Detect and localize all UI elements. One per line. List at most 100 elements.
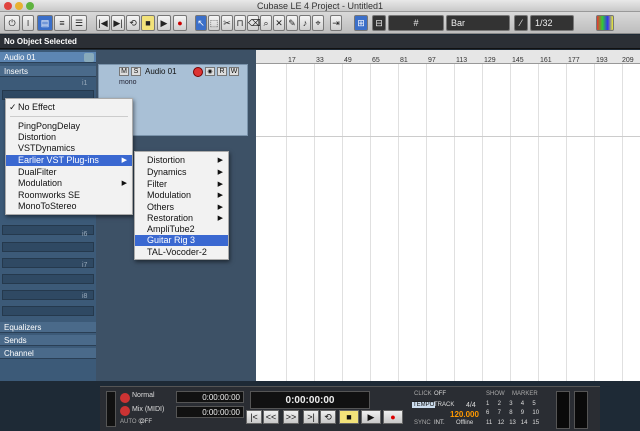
transport-forward-button[interactable]: >> bbox=[283, 410, 299, 424]
sends-section-header[interactable]: Sends bbox=[0, 335, 96, 346]
insert-slot[interactable] bbox=[2, 290, 94, 300]
transport-stop-button[interactable]: ■ bbox=[339, 410, 359, 424]
track-name[interactable]: Audio 01 bbox=[145, 67, 177, 76]
auto-quantize-state[interactable]: OFF bbox=[140, 419, 152, 425]
track-solo-button[interactable]: S bbox=[131, 67, 141, 76]
mix-mode-select[interactable]: Mix (MIDI) bbox=[132, 406, 164, 413]
minimize-window-button[interactable] bbox=[15, 2, 23, 10]
tempo-label[interactable]: TEMPO bbox=[412, 402, 436, 408]
submenu-item-guitar-rig-3[interactable]: Guitar Rig 3 bbox=[135, 235, 228, 246]
marker-button[interactable]: 12 bbox=[498, 419, 510, 428]
menu-item-monotostereo[interactable]: MonoToStereo bbox=[6, 201, 132, 212]
menu-item-earlier-vst-plugins[interactable]: Earlier VST Plug-ins ▶ bbox=[6, 155, 132, 166]
menu-item-dualfilter[interactable]: DualFilter bbox=[6, 167, 132, 178]
go-to-end-button[interactable]: ▶| bbox=[111, 15, 125, 31]
submenu-item-distortion[interactable]: Distortion ▶ bbox=[135, 155, 228, 166]
glue-tool[interactable]: ⊓ bbox=[234, 15, 246, 31]
time-warp-tool[interactable]: ⌖ bbox=[312, 15, 324, 31]
close-window-button[interactable] bbox=[4, 2, 12, 10]
submenu-item-tal-vocoder-2[interactable]: TAL-Vocoder-2 bbox=[135, 247, 228, 258]
insert-slot[interactable] bbox=[2, 258, 94, 268]
color-swatch-icon[interactable] bbox=[596, 15, 614, 31]
record-mode-select[interactable]: Normal bbox=[132, 392, 155, 399]
insert-slot[interactable] bbox=[2, 225, 94, 235]
transport-go-to-start-button[interactable]: |< bbox=[246, 410, 262, 424]
left-locator-display[interactable]: 0:00:00:00 bbox=[176, 391, 244, 403]
menu-item-no-effect[interactable]: ✓ No Effect bbox=[6, 102, 132, 113]
marker-button[interactable]: 7 bbox=[498, 409, 510, 418]
submenu-item-restoration[interactable]: Restoration ▶ bbox=[135, 213, 228, 224]
insert-slot[interactable] bbox=[2, 274, 94, 284]
marker-button[interactable]: 5 bbox=[532, 400, 544, 409]
marker-button[interactable]: 9 bbox=[521, 409, 533, 418]
track-mute-button[interactable]: M bbox=[119, 67, 129, 76]
go-to-start-button[interactable]: |◀ bbox=[96, 15, 110, 31]
marker-button[interactable]: 14 bbox=[521, 419, 533, 428]
marker-button[interactable]: 15 bbox=[532, 419, 544, 428]
track-write-button[interactable]: W bbox=[229, 67, 239, 76]
draw-tool[interactable]: ✎ bbox=[286, 15, 298, 31]
mute-tool[interactable]: ✕ bbox=[273, 15, 285, 31]
cycle-button[interactable]: ⟲ bbox=[126, 15, 140, 31]
menu-item-vstdynamics[interactable]: VSTDynamics bbox=[6, 143, 132, 154]
menu-item-distortion[interactable]: Distortion bbox=[6, 132, 132, 143]
record-button[interactable]: ● bbox=[173, 15, 187, 31]
edit-channel-button[interactable] bbox=[84, 53, 94, 62]
show-infoline-button[interactable]: ≡ bbox=[54, 15, 70, 31]
auto-scroll-button[interactable]: ⇥ bbox=[330, 15, 342, 31]
monitor-icon[interactable]: ◉ bbox=[205, 67, 215, 76]
marker-button[interactable]: 3 bbox=[509, 400, 521, 409]
transport-record-button[interactable]: ● bbox=[383, 410, 403, 424]
range-selection-tool[interactable]: ⬚ bbox=[208, 15, 220, 31]
constrain-delay-button[interactable]: ⏽ bbox=[22, 15, 34, 31]
submenu-item-filter[interactable]: Filter ▶ bbox=[135, 179, 228, 190]
show-overview-button[interactable]: ☰ bbox=[71, 15, 87, 31]
show-markers-label[interactable]: SHOW bbox=[486, 391, 505, 397]
snap-type-select[interactable]: Bar bbox=[446, 15, 510, 31]
submenu-item-amplitube2[interactable]: AmpliTube2 bbox=[135, 224, 228, 235]
marker-button[interactable]: 8 bbox=[509, 409, 521, 418]
transport-play-button[interactable]: ▶ bbox=[361, 410, 381, 424]
menu-item-pingpongdelay[interactable]: PingPongDelay bbox=[6, 121, 132, 132]
insert-slot[interactable] bbox=[2, 242, 94, 252]
zoom-window-button[interactable] bbox=[26, 2, 34, 10]
object-selection-tool[interactable]: ↖ bbox=[195, 15, 207, 31]
show-inspector-button[interactable]: ▤ bbox=[37, 15, 53, 31]
menu-item-roomworks-se[interactable]: Roomworks SE bbox=[6, 190, 132, 201]
inspector-track-name[interactable]: Audio 01 bbox=[0, 52, 96, 63]
stop-button[interactable]: ■ bbox=[141, 15, 155, 31]
record-enable-icon[interactable] bbox=[193, 67, 203, 77]
marker-button[interactable]: 6 bbox=[486, 409, 498, 418]
erase-tool[interactable]: ⌫ bbox=[247, 15, 261, 31]
equalizers-section-header[interactable]: Equalizers bbox=[0, 322, 96, 333]
play-tool[interactable]: ♪ bbox=[299, 15, 311, 31]
transport-rewind-button[interactable]: << bbox=[263, 410, 279, 424]
menu-item-modulation[interactable]: Modulation ▶ bbox=[6, 178, 132, 189]
activate-project-button[interactable]: ⏻ bbox=[4, 15, 20, 31]
tempo-value[interactable]: 120.000 bbox=[450, 410, 479, 419]
position-display[interactable]: 0:00:00:00 bbox=[250, 391, 370, 409]
submenu-item-others[interactable]: Others ▶ bbox=[135, 202, 228, 213]
time-signature[interactable]: 4/4 bbox=[466, 402, 476, 409]
marker-button[interactable]: 1 bbox=[486, 400, 498, 409]
transport-cycle-button[interactable]: ⟲ bbox=[320, 410, 336, 424]
click-state[interactable]: OFF bbox=[434, 391, 446, 397]
insert-slot[interactable] bbox=[2, 306, 94, 316]
inserts-section-header[interactable]: Inserts bbox=[0, 66, 96, 77]
snap-button[interactable]: ⊞ bbox=[354, 15, 368, 31]
zoom-tool[interactable]: ⌕ bbox=[260, 15, 272, 31]
marker-button[interactable]: 13 bbox=[509, 419, 521, 428]
marker-button[interactable]: 4 bbox=[521, 400, 533, 409]
track-read-button[interactable]: R bbox=[217, 67, 227, 76]
split-tool[interactable]: ✂ bbox=[221, 15, 233, 31]
marker-button[interactable]: 11 bbox=[486, 419, 498, 428]
submenu-item-modulation[interactable]: Modulation ▶ bbox=[135, 190, 228, 201]
transport-go-to-end-button[interactable]: >| bbox=[303, 410, 319, 424]
sync-label[interactable]: SYNC bbox=[414, 420, 431, 426]
quantize-select[interactable]: 1/32 bbox=[530, 15, 574, 31]
ruler[interactable]: 17 33 49 65 81 97 113 129 145 161 177 19… bbox=[256, 50, 640, 64]
grid-type-select[interactable]: ⊟ bbox=[372, 15, 386, 31]
right-locator-display[interactable]: 0:00:00:00 bbox=[176, 406, 244, 418]
play-button[interactable]: ▶ bbox=[157, 15, 171, 31]
marker-button[interactable]: 10 bbox=[532, 409, 544, 418]
